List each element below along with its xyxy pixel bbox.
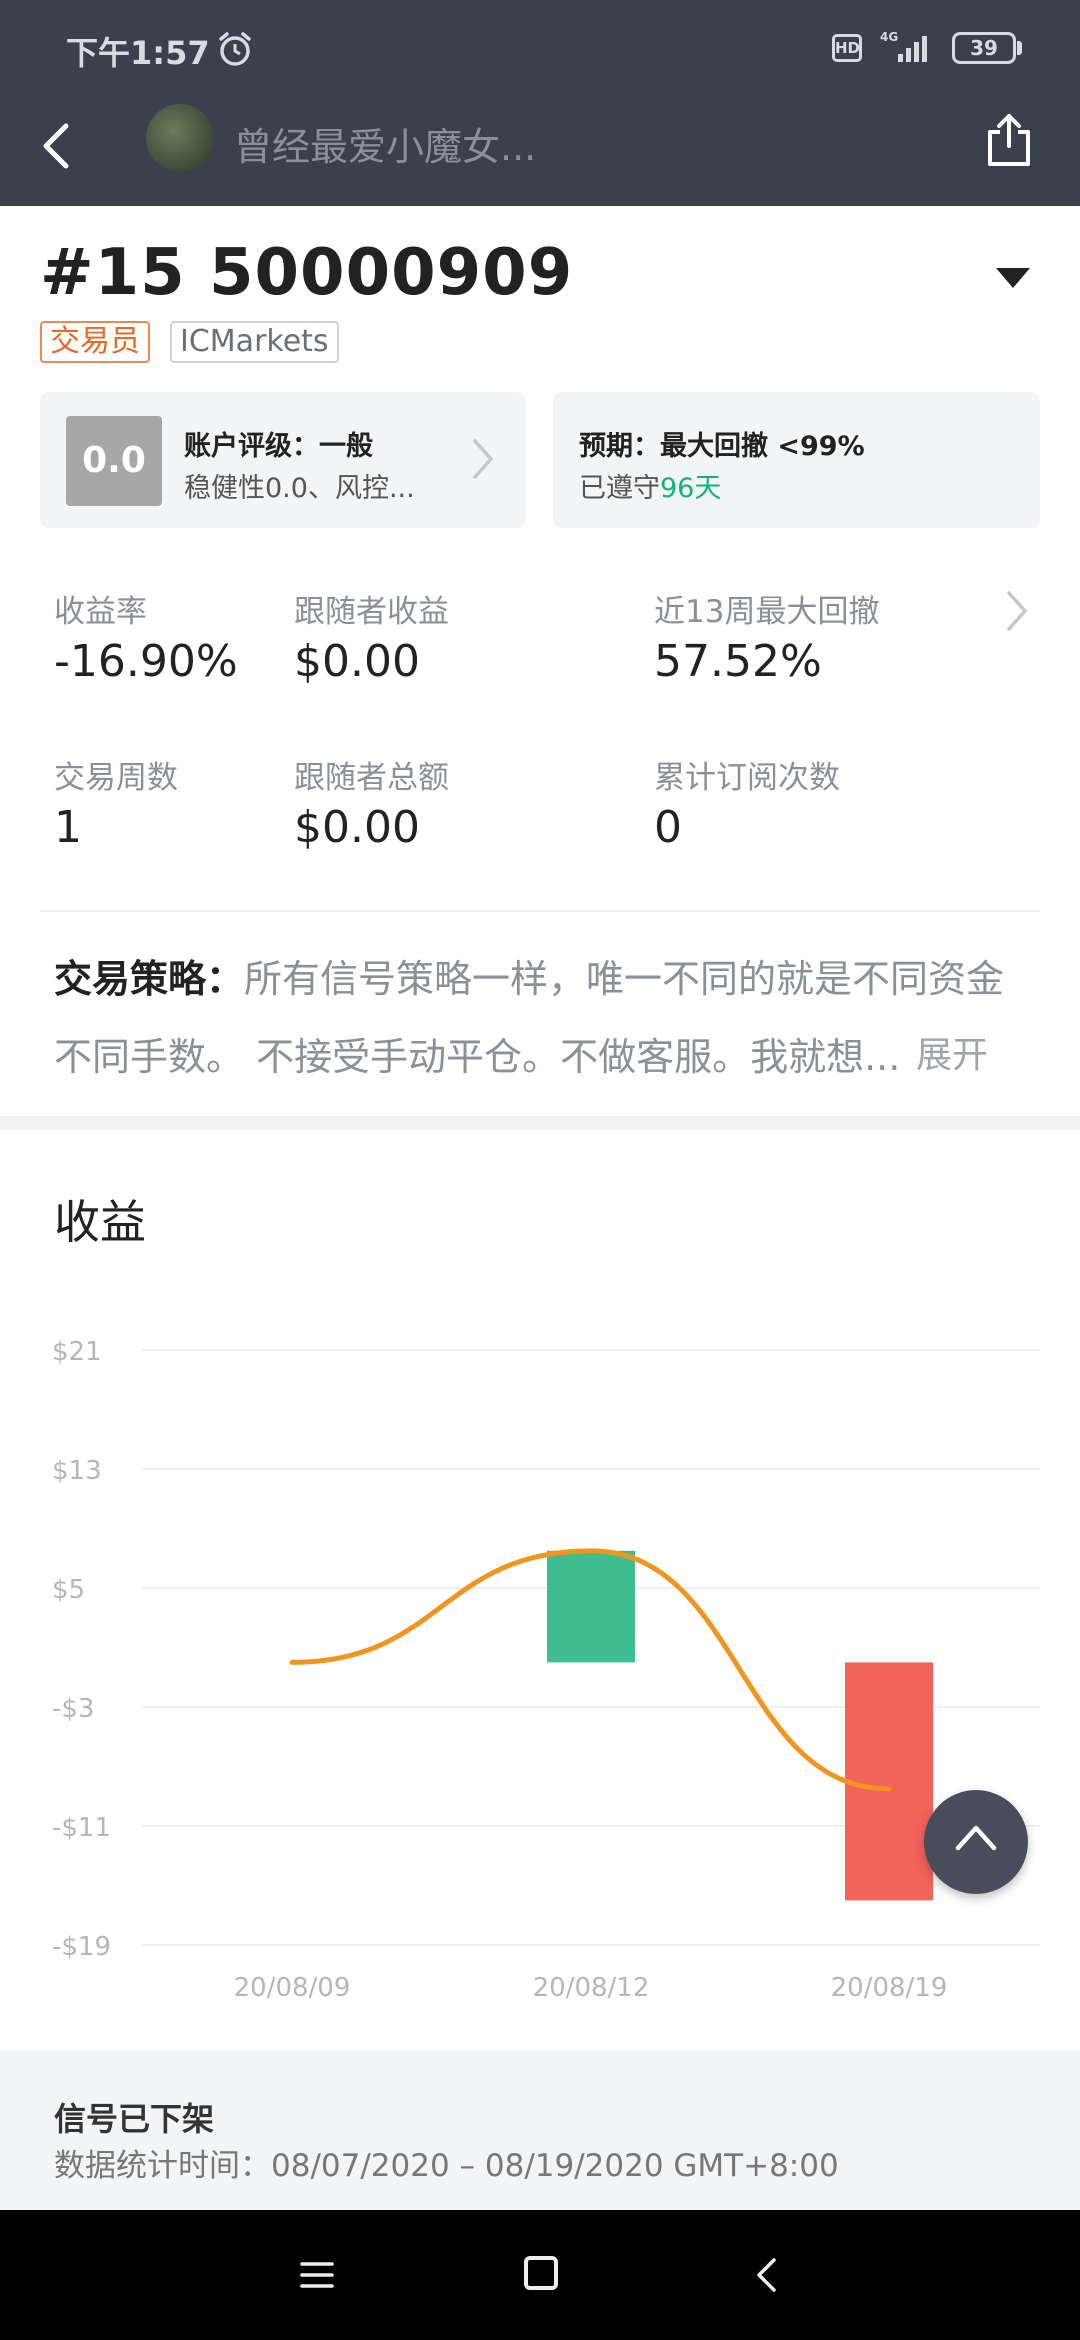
stat-return-value: -16.90% bbox=[54, 636, 238, 687]
stat-subscriptions-value: 0 bbox=[654, 802, 682, 853]
x-tick-label: 20/08/19 bbox=[831, 1973, 948, 2003]
stat-follower-profit-label: 跟随者收益 bbox=[294, 594, 449, 630]
rating-card[interactable]: 0.0 账户评级：一般 稳健性0.0、风控... bbox=[40, 392, 526, 528]
y-tick-label: -$3 bbox=[52, 1694, 94, 1724]
y-tick-label: $5 bbox=[52, 1575, 85, 1605]
footer-title: 信号已下架 bbox=[54, 2100, 215, 2138]
strategy-text: 交易策略：所有信号策略一样，唯一不同的就是不同资金不同手数。 不接受手动平仓。不… bbox=[54, 940, 1034, 1096]
divider bbox=[40, 910, 1040, 912]
cellular-signal-icon: 4G bbox=[880, 30, 927, 62]
x-tick-label: 20/08/12 bbox=[533, 1973, 650, 2003]
section-divider bbox=[0, 1116, 1080, 1130]
rating-label: 账户评级：一般 bbox=[184, 431, 373, 462]
broker-tag: ICMarkets bbox=[170, 321, 339, 363]
expectation-label: 预期：最大回撤 <99% bbox=[579, 431, 865, 462]
scroll-to-top-button[interactable] bbox=[924, 1790, 1028, 1894]
status-bar: 下午1:57 HD 4G 39 bbox=[0, 0, 1080, 96]
stat-drawdown-label: 近13周最大回撤 bbox=[654, 594, 880, 630]
chevron-right-icon bbox=[473, 439, 494, 479]
account-title: #15 50000909 bbox=[40, 236, 574, 310]
trader-tag: 交易员 bbox=[40, 321, 150, 363]
svg-text:4G: 4G bbox=[880, 30, 898, 44]
hd-voice-icon: HD bbox=[832, 34, 862, 62]
expand-link[interactable]: 展开 bbox=[916, 1026, 988, 1078]
section-title: 收益 bbox=[54, 1195, 146, 1249]
app-bar-title: 曾经最爱小魔女... bbox=[234, 125, 537, 169]
stat-subscriptions-label: 累计订阅次数 bbox=[654, 760, 840, 796]
compliance-days: 96天 bbox=[660, 473, 722, 504]
x-tick-label: 20/08/09 bbox=[234, 1973, 351, 2003]
expectation-detail: 已遵守96天 bbox=[579, 473, 722, 504]
back-arrow-icon[interactable] bbox=[34, 116, 78, 176]
profit-chart: $21 $13 $5 -$3 -$11 -$19 20/08/09 20/08/12 20/08… bbox=[52, 1337, 1040, 2003]
y-tick-label: $21 bbox=[52, 1337, 102, 1367]
strategy-label: 交易策略： bbox=[54, 957, 245, 1001]
stat-weeks-label: 交易周数 bbox=[54, 760, 178, 796]
chevron-up-icon bbox=[955, 1825, 997, 1851]
battery-level: 39 bbox=[952, 32, 1016, 64]
stat-follower-profit-value: $0.00 bbox=[294, 636, 420, 687]
alarm-clock-icon bbox=[219, 32, 251, 66]
stat-drawdown-value: 57.52% bbox=[654, 636, 822, 687]
dropdown-triangle-icon[interactable] bbox=[996, 268, 1030, 290]
home-icon[interactable] bbox=[524, 2256, 558, 2290]
battery-icon: 39 bbox=[952, 32, 1022, 64]
y-tick-label: -$11 bbox=[52, 1813, 111, 1843]
expectation-card[interactable]: 预期：最大回撤 <99% 已遵守96天 bbox=[553, 392, 1040, 528]
avatar[interactable] bbox=[146, 104, 214, 172]
status-footer: 信号已下架 数据统计时间：08/07/2020 – 08/19/2020 GMT… bbox=[0, 2050, 1080, 2210]
stat-follower-total-label: 跟随者总额 bbox=[294, 760, 449, 796]
app-bar: 曾经最爱小魔女... bbox=[0, 96, 1080, 206]
rating-score: 0.0 bbox=[66, 416, 162, 506]
stat-return-label: 收益率 bbox=[54, 594, 147, 630]
loss-bar bbox=[845, 1662, 933, 1901]
y-tick-label: -$19 bbox=[52, 1932, 111, 1962]
gain-bar bbox=[547, 1550, 635, 1663]
nav-back-icon[interactable] bbox=[754, 2256, 778, 2294]
rating-detail: 稳健性0.0、风控... bbox=[184, 473, 415, 504]
stat-follower-total-value: $0.00 bbox=[294, 802, 420, 853]
system-nav-bar bbox=[0, 2210, 1080, 2340]
footer-subtitle: 数据统计时间：08/07/2020 – 08/19/2020 GMT+8:00 bbox=[54, 2148, 839, 2184]
stat-weeks-value: 1 bbox=[54, 802, 82, 853]
menu-icon[interactable] bbox=[300, 2260, 334, 2290]
status-time: 下午1:57 bbox=[66, 34, 210, 72]
top-bar: 下午1:57 HD 4G 39 曾经最爱小魔女... bbox=[0, 0, 1080, 206]
y-tick-label: $13 bbox=[52, 1456, 102, 1486]
chevron-right-icon[interactable] bbox=[1004, 588, 1030, 634]
share-icon[interactable] bbox=[982, 110, 1036, 170]
